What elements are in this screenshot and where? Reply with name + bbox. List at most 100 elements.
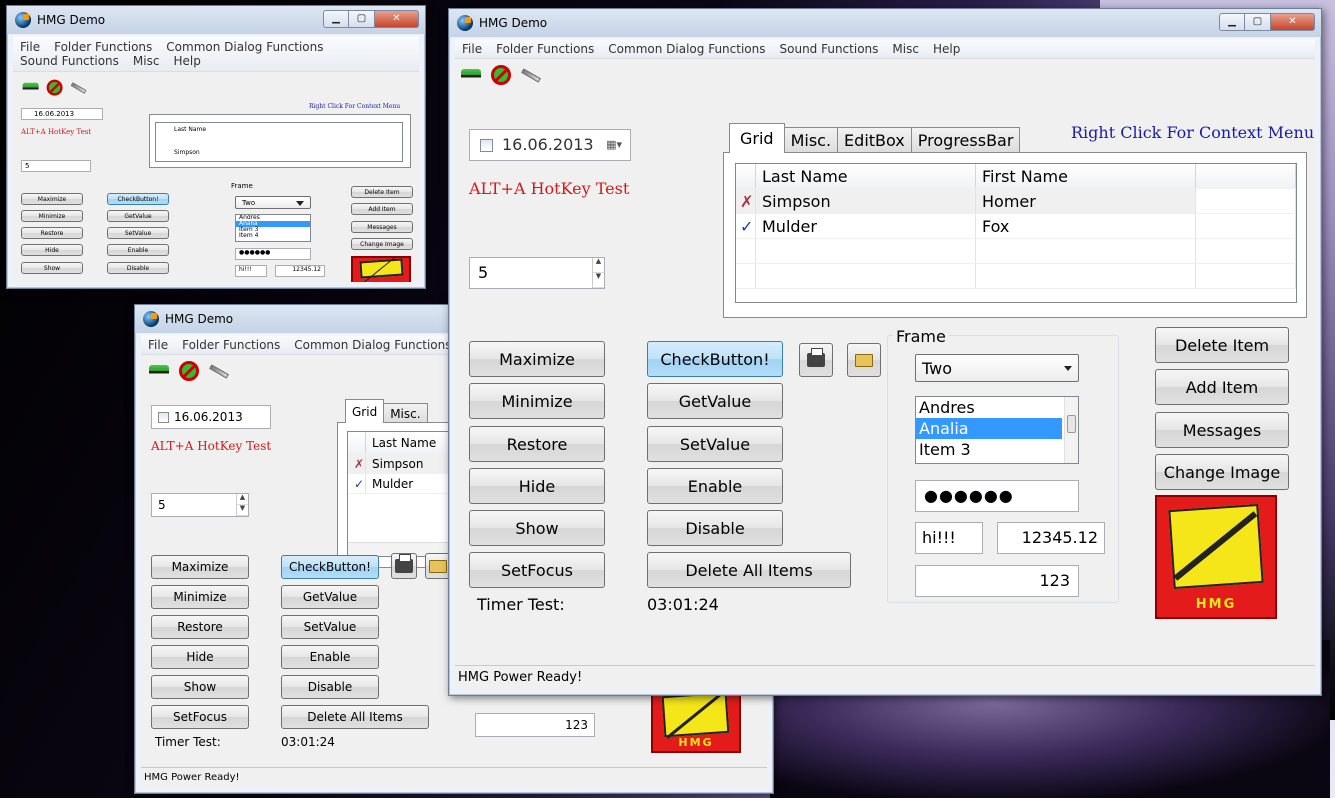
menu-misc[interactable]: Misc	[885, 42, 926, 56]
password-field[interactable]: ●●●●●●	[915, 480, 1079, 512]
menu-sound-functions[interactable]: Sound Functions	[13, 54, 126, 68]
add-item-button[interactable]: Add Item	[351, 203, 413, 215]
setfocus-button[interactable]: SetFocus	[151, 705, 249, 729]
list-scrollbar[interactable]	[1064, 397, 1078, 463]
maximize-icon[interactable]: ▢	[1245, 13, 1271, 31]
combo-box[interactable]: Two	[915, 354, 1079, 382]
combo-box[interactable]: Two	[235, 196, 311, 209]
menu-file[interactable]: File	[455, 42, 489, 56]
tab-misc[interactable]: Misc.	[383, 403, 428, 423]
grid-header-last-name[interactable]: Last Name	[756, 164, 976, 188]
car-icon[interactable]	[459, 63, 483, 87]
checkbutton[interactable]: CheckButton!	[107, 193, 169, 205]
menu-help[interactable]: Help	[166, 54, 207, 68]
checkbutton[interactable]: CheckButton!	[281, 555, 379, 579]
integer-field[interactable]: 123	[915, 565, 1079, 597]
date-picker[interactable]: 16.06.2013	[151, 405, 271, 429]
table-row[interactable]: ✗ Simpson Homer	[736, 189, 1296, 214]
restore-button[interactable]: Restore	[21, 227, 83, 239]
stop-icon[interactable]	[177, 359, 201, 383]
car-icon[interactable]	[21, 78, 40, 97]
delete-all-items-button[interactable]: Delete All Items	[281, 705, 429, 729]
setvalue-button[interactable]: SetValue	[107, 227, 169, 239]
spinner[interactable]: 5 ▲ ▼	[151, 493, 249, 517]
menu-help[interactable]: Help	[926, 42, 967, 56]
minimize-icon[interactable]: ▁	[323, 10, 349, 28]
hide-button[interactable]: Hide	[151, 645, 249, 669]
minimize-button[interactable]: Minimize	[469, 383, 605, 419]
print-button[interactable]	[799, 343, 833, 377]
title-bar[interactable]: HMG Demo ▁ ▢ ✕	[7, 6, 425, 34]
menu-folder-functions[interactable]: Folder Functions	[47, 40, 159, 54]
disable-button[interactable]: Disable	[281, 675, 379, 699]
password-field[interactable]: ●●●●●●	[235, 248, 311, 260]
hmg-window-small[interactable]: HMG Demo ▁ ▢ ✕ File Folder Functions Com…	[6, 5, 426, 289]
spinner[interactable]: 5 ▲ ▼	[469, 257, 605, 289]
chevron-down-icon[interactable]	[1064, 366, 1072, 371]
messages-button[interactable]: Messages	[1155, 412, 1289, 448]
disable-button[interactable]: Disable	[107, 262, 169, 274]
menu-common-dialog[interactable]: Common Dialog Functions	[601, 42, 772, 56]
numeric-field[interactable]: 12345.12	[275, 265, 325, 277]
list-box[interactable]: Andres Analia Item 3	[915, 396, 1079, 464]
title-bar[interactable]: HMG Demo ▁ ▢ ✕	[449, 9, 1321, 37]
minimize-button[interactable]: Minimize	[151, 585, 249, 609]
menu-folder-functions[interactable]: Folder Functions	[489, 42, 601, 56]
data-grid[interactable]: Last Name First Name ✗ Simpson Homer ✓ M…	[735, 163, 1297, 303]
checkbutton[interactable]: CheckButton!	[647, 341, 783, 377]
show-button[interactable]: Show	[151, 675, 249, 699]
enable-button[interactable]: Enable	[647, 468, 783, 504]
getvalue-button[interactable]: GetValue	[647, 383, 783, 419]
menu-sound-functions[interactable]: Sound Functions	[773, 42, 886, 56]
grid-cell-first-name[interactable]: Homer	[976, 189, 1196, 213]
hide-button[interactable]: Hide	[469, 468, 605, 504]
grid-cell-last-name[interactable]: Mulder	[756, 214, 976, 238]
maximize-button[interactable]: Maximize	[21, 193, 83, 205]
disable-button[interactable]: Disable	[647, 510, 783, 546]
tab-grid[interactable]: Grid	[345, 399, 385, 423]
calendar-dropdown-icon[interactable]: ▦▾	[606, 130, 622, 160]
messages-button[interactable]: Messages	[351, 221, 413, 233]
menu-misc[interactable]: Misc	[126, 54, 167, 68]
grid-header-first-name[interactable]: First Name	[976, 164, 1196, 188]
show-button[interactable]: Show	[469, 510, 605, 546]
grid-row-simpson[interactable]: Simpson	[174, 149, 200, 156]
data-grid[interactable]: Last Name Simpson	[155, 122, 403, 162]
delete-item-button[interactable]: Delete Item	[1155, 327, 1289, 363]
list-item-selected[interactable]: Analia	[916, 418, 1062, 439]
numeric-field[interactable]: 12345.12	[997, 522, 1105, 554]
change-image-button[interactable]: Change Image	[1155, 454, 1289, 490]
setvalue-button[interactable]: SetValue	[281, 615, 379, 639]
delete-all-items-button[interactable]: Delete All Items	[647, 552, 851, 588]
close-icon[interactable]: ✕	[375, 10, 419, 28]
maximize-button[interactable]: Maximize	[469, 341, 605, 377]
grid-cell-last-name[interactable]: Simpson	[756, 189, 976, 213]
restore-button[interactable]: Restore	[151, 615, 249, 639]
delete-item-button[interactable]: Delete Item	[351, 186, 413, 198]
print-button[interactable]	[391, 553, 417, 579]
tab-editbox[interactable]: EditBox	[837, 127, 912, 153]
close-icon[interactable]: ✕	[1271, 13, 1315, 31]
menu-file[interactable]: File	[141, 338, 175, 352]
minimize-button[interactable]: Minimize	[21, 210, 83, 222]
pen-icon[interactable]	[69, 78, 88, 97]
pen-icon[interactable]	[519, 63, 543, 87]
getvalue-button[interactable]: GetValue	[107, 210, 169, 222]
show-button[interactable]: Show	[21, 262, 83, 274]
list-item[interactable]: Item 4	[236, 233, 310, 239]
stop-icon[interactable]	[45, 78, 64, 97]
hmg-window-main[interactable]: HMG Demo ▁ ▢ ✕ File Folder Functions Com…	[448, 8, 1322, 696]
list-box[interactable]: Andres Analia Item 3 Item 4	[235, 214, 311, 242]
car-icon[interactable]	[147, 359, 171, 383]
date-picker[interactable]: 16.06.2013 ▦▾	[469, 129, 631, 161]
date-picker[interactable]: 16.06.2013	[21, 108, 103, 120]
tab-misc[interactable]: Misc.	[783, 127, 839, 153]
menu-common-dialog[interactable]: Common Dialog Functions	[159, 40, 330, 54]
maximize-button[interactable]: Maximize	[151, 555, 249, 579]
date-checkbox[interactable]	[480, 139, 493, 152]
setvalue-button[interactable]: SetValue	[647, 426, 783, 462]
list-item[interactable]: Andres	[916, 397, 1062, 418]
tab-grid[interactable]: Grid	[729, 123, 785, 153]
grid-header-last[interactable]: Last Name	[174, 126, 206, 133]
open-folder-button[interactable]	[847, 343, 881, 377]
